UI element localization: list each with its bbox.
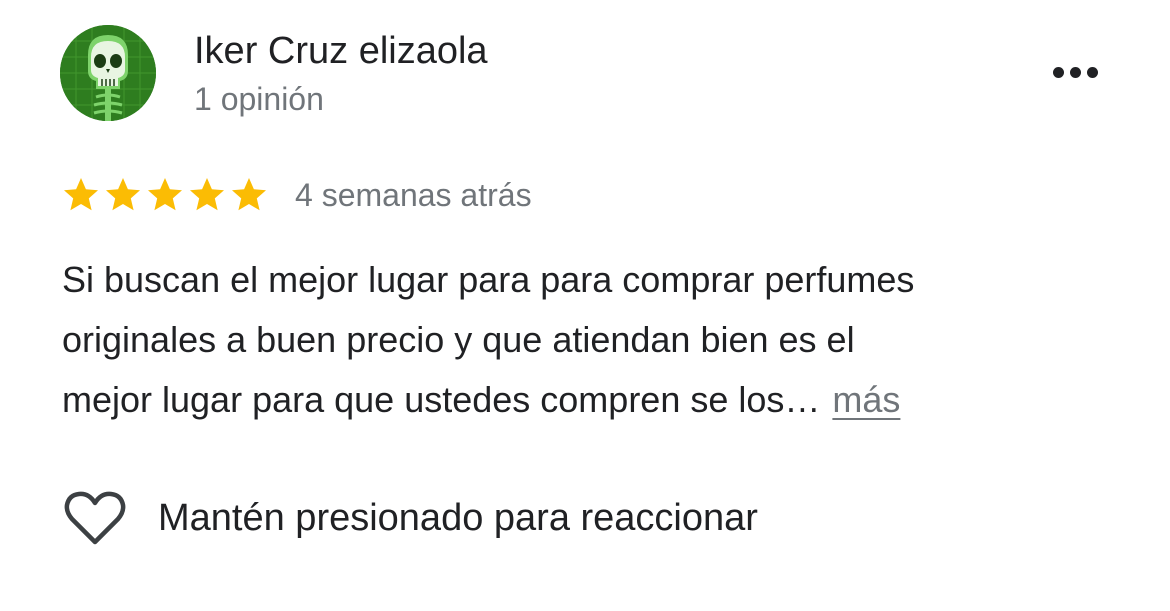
review-card: Iker Cruz elizaola 1 opinión 4 semanas a… <box>0 0 1170 611</box>
react-button[interactable]: Mantén presionado para reaccionar <box>64 488 758 548</box>
review-text-line-content: mejor lugar para que ustedes compren se … <box>62 379 821 420</box>
skull-avatar-icon <box>60 25 156 121</box>
heart-outline-icon <box>64 491 126 545</box>
star-icon <box>104 176 142 214</box>
more-link[interactable]: más <box>832 379 900 420</box>
more-options-icon-dot <box>1069 66 1081 78</box>
review-text: Si buscan el mejor lugar para para compr… <box>62 250 1122 430</box>
more-options-icon-dot <box>1086 66 1098 78</box>
star-icon <box>146 176 184 214</box>
star-icon <box>62 176 100 214</box>
react-label: Mantén presionado para reaccionar <box>158 497 758 539</box>
author-review-count: 1 opinión <box>194 81 324 117</box>
author-avatar[interactable] <box>60 25 156 121</box>
star-icon <box>188 176 226 214</box>
more-options-button[interactable] <box>1040 52 1110 92</box>
review-text-line: mejor lugar para que ustedes compren se … <box>62 370 1122 430</box>
star-icon <box>230 176 268 214</box>
more-options-icon <box>1052 66 1064 78</box>
review-text-line: originales a buen precio y que atiendan … <box>62 319 855 360</box>
review-date: 4 semanas atrás <box>295 177 532 213</box>
review-text-line: Si buscan el mejor lugar para para compr… <box>62 259 915 300</box>
rating-stars <box>62 174 272 216</box>
author-name[interactable]: Iker Cruz elizaola <box>194 28 488 74</box>
